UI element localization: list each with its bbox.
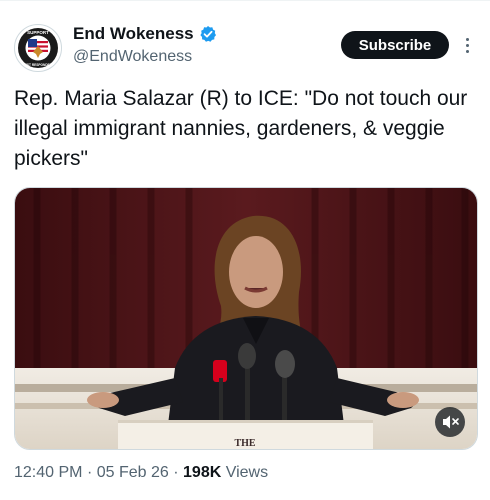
video-frame: THE: [15, 188, 477, 449]
eagle-flag-badge-icon: SUPPORT FIRST RESPONDERS: [16, 26, 60, 70]
author-handle[interactable]: @EndWokeness: [73, 48, 192, 66]
tweet-meta: 12:40 PM · 05 Feb 26 · 198K Views: [14, 464, 268, 482]
author-display-name[interactable]: End Wokeness: [73, 24, 194, 44]
views-count: 198K: [183, 464, 222, 481]
tweet-date[interactable]: 05 Feb 26: [97, 464, 169, 481]
avatar-top-text: SUPPORT: [27, 30, 49, 35]
lectern-text: THE: [234, 438, 255, 449]
top-divider: [0, 0, 490, 1]
muted-speaker-icon[interactable]: [435, 407, 465, 437]
verified-badge-icon[interactable]: [199, 25, 217, 43]
author-name-row: End Wokeness: [73, 24, 217, 44]
tweet-video[interactable]: THE: [14, 187, 478, 450]
meta-separator: ·: [86, 464, 93, 481]
author-avatar[interactable]: SUPPORT FIRST RESPONDERS: [14, 24, 62, 72]
subscribe-button[interactable]: Subscribe: [341, 31, 449, 59]
avatar-bottom-text: FIRST RESPONDERS: [22, 63, 54, 67]
more-vertical-icon[interactable]: [457, 32, 477, 58]
views-label: Views: [225, 464, 269, 481]
tweet-time[interactable]: 12:40 PM: [14, 464, 82, 481]
meta-separator: ·: [173, 464, 179, 481]
tweet-text: Rep. Maria Salazar (R) to ICE: "Do not t…: [14, 87, 468, 170]
